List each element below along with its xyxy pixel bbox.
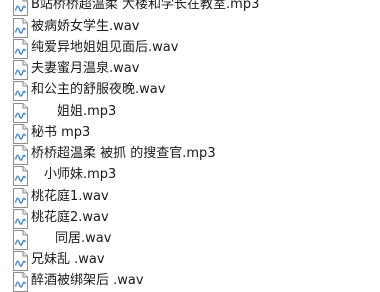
- file-list: B站桥桥超温柔 大楼和学长在教室.mp3 被病娇女学生.wav 纯爱异地姐姐见面…: [0, 0, 380, 292]
- audio-file-icon: [13, 103, 28, 123]
- audio-file-icon: [13, 18, 28, 38]
- file-item[interactable]: 桥桥超温柔 被抓 的搜查官.mp3: [0, 143, 380, 165]
- file-name: 纯爱异地姐姐见面后.wav: [31, 40, 179, 55]
- file-item[interactable]: 秘书 mp3: [0, 122, 380, 144]
- file-item[interactable]: B站桥桥超温柔 大楼和学长在教室.mp3: [0, 0, 380, 16]
- file-name: 姐姐.mp3: [57, 104, 117, 119]
- file-item[interactable]: 夫妻蜜月温泉.wav: [0, 58, 380, 80]
- audio-file-icon: [13, 230, 28, 250]
- file-name: 桃花庭1.wav: [31, 189, 109, 204]
- file-name: 桥桥超温柔 被抓 的搜查官.mp3: [31, 146, 216, 161]
- file-name: 和公主的舒服夜晚.wav: [31, 82, 166, 97]
- file-item[interactable]: 醉酒被绑架后 .wav: [0, 270, 380, 292]
- file-name: 夫妻蜜月温泉.wav: [31, 61, 140, 76]
- file-name: 桃花庭2.wav: [31, 210, 109, 225]
- file-name: 秘书 mp3: [31, 125, 91, 140]
- audio-file-icon: [13, 145, 28, 165]
- file-item[interactable]: 被病娇女学生.wav: [0, 16, 380, 38]
- file-item[interactable]: 纯爱异地姐姐见面后.wav: [0, 37, 380, 59]
- audio-file-icon: [13, 39, 28, 59]
- file-item[interactable]: 桃花庭2.wav: [0, 207, 380, 229]
- audio-file-icon: [13, 209, 28, 229]
- file-item[interactable]: 兄妹乱 .wav: [0, 249, 380, 271]
- file-name: 小师妹.mp3: [44, 167, 117, 182]
- file-name: 醉酒被绑架后 .wav: [31, 273, 144, 288]
- audio-file-icon: [13, 81, 28, 101]
- file-item[interactable]: 姐姐.mp3: [0, 101, 380, 123]
- file-name: B站桥桥超温柔 大楼和学长在教室.mp3: [31, 0, 260, 12]
- audio-file-icon: [13, 188, 28, 208]
- file-item[interactable]: 小师妹.mp3: [0, 164, 380, 186]
- audio-file-icon: [13, 60, 28, 80]
- file-name: 被病娇女学生.wav: [31, 19, 140, 34]
- file-item[interactable]: 同居.wav: [0, 228, 380, 250]
- file-name: 同居.wav: [55, 231, 112, 246]
- file-item[interactable]: 桃花庭1.wav: [0, 186, 380, 208]
- audio-file-icon: [13, 166, 28, 186]
- audio-file-icon: [13, 272, 28, 292]
- audio-file-icon: [13, 251, 28, 271]
- audio-file-icon: [13, 124, 28, 144]
- file-item[interactable]: 和公主的舒服夜晚.wav: [0, 79, 380, 101]
- file-name: 兄妹乱 .wav: [31, 252, 105, 267]
- audio-file-icon: [13, 0, 28, 16]
